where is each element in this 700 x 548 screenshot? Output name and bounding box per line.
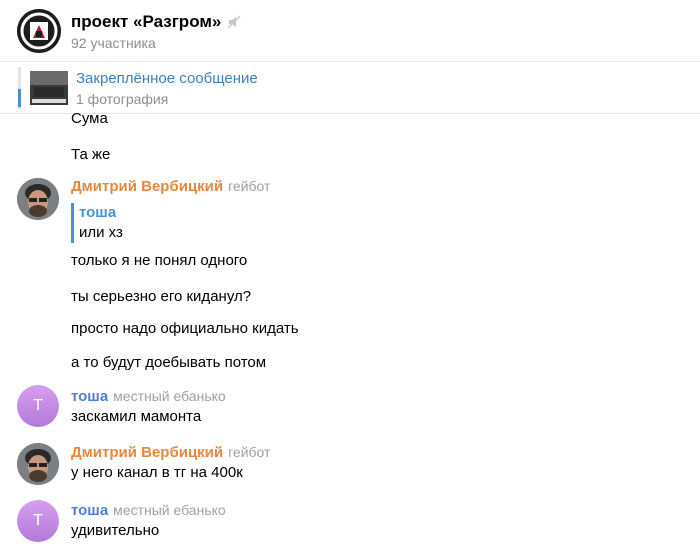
muted-icon	[227, 15, 241, 29]
pinned-message-bar[interactable]: Закреплённое сообщение 1 фотография	[0, 62, 700, 114]
reply-sender: тоша	[79, 204, 117, 221]
sender-title: местный ебанько	[113, 388, 226, 404]
sender-title: гейбот	[228, 444, 271, 460]
sender-title: гейбот	[228, 178, 271, 194]
avatar-initial: Т	[33, 397, 43, 414]
chat-header: проект «Разгром» 92 участника	[0, 0, 700, 62]
avatar[interactable]: Т	[17, 500, 59, 542]
chat-title: проект «Разгром»	[71, 12, 222, 31]
reply-text: или хз	[79, 224, 123, 241]
message-text: Та же	[71, 146, 111, 163]
pinned-photo-thumbnail	[30, 71, 68, 105]
reply-quote[interactable]: тоша или хз	[71, 203, 123, 243]
message-text: заскамил мамонта	[71, 408, 202, 425]
sender-name[interactable]: тоша	[71, 502, 108, 519]
avatar-initial: Т	[33, 512, 43, 529]
message-header: Дмитрий Вербицкий гейбот	[71, 444, 270, 461]
pinned-indicator-active	[18, 89, 21, 107]
message-text: удивительно	[71, 522, 160, 539]
chat-avatar[interactable]	[17, 9, 61, 53]
user-photo-icon	[17, 443, 59, 485]
pinned-title: Закреплённое сообщение	[76, 70, 258, 87]
user-photo-icon	[17, 178, 59, 220]
avatar[interactable]	[17, 178, 59, 220]
message-text: у него канал в тг на 400к	[71, 464, 243, 481]
pinned-subtitle: 1 фотография	[76, 91, 169, 107]
chat-logo-icon	[17, 9, 61, 53]
member-count: 92 участника	[71, 35, 156, 51]
message-text: Сума	[71, 110, 108, 127]
message-text: только я не понял одного	[71, 252, 248, 269]
avatar[interactable]: Т	[17, 385, 59, 427]
message-list[interactable]: Сума Та же Дмитрий Вербицкий гейбот тоша…	[0, 110, 700, 548]
message-header: тоша местный ебанько	[71, 502, 226, 519]
message-text: ты серьезно его киданул?	[71, 288, 252, 305]
sender-name[interactable]: Дмитрий Вербицкий	[71, 178, 223, 195]
sender-title: местный ебанько	[113, 502, 226, 518]
message-text: просто надо официально кидать	[71, 320, 299, 337]
avatar[interactable]	[17, 443, 59, 485]
chat-title-row[interactable]: проект «Разгром»	[71, 12, 241, 32]
message-header: Дмитрий Вербицкий гейбот	[71, 178, 270, 195]
sender-name[interactable]: Дмитрий Вербицкий	[71, 444, 223, 461]
sender-name[interactable]: тоша	[71, 388, 108, 405]
message-header: тоша местный ебанько	[71, 388, 226, 405]
message-text: а то будут доебывать потом	[71, 354, 267, 371]
